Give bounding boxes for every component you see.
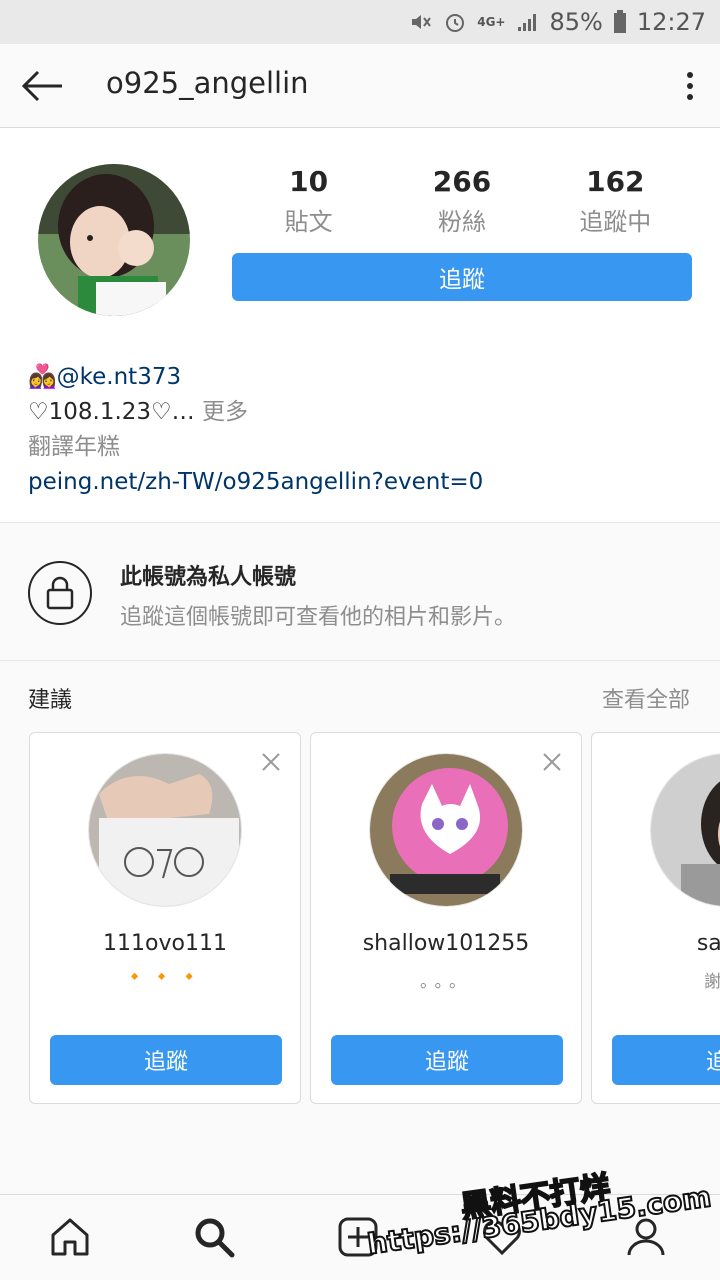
signal-icon (515, 10, 539, 34)
profile-stats: 10 貼文 266 粉絲 162 追蹤中 (232, 164, 692, 237)
bio-mention-link[interactable]: @ke.nt373 (57, 364, 181, 390)
nav-new-post[interactable] (334, 1213, 382, 1261)
status-time: 12:27 (636, 8, 706, 36)
close-icon (262, 753, 280, 771)
search-icon (195, 1218, 235, 1258)
suggestion-avatar[interactable] (369, 753, 523, 907)
more-options-button[interactable] (678, 64, 702, 108)
suggestion-avatar[interactable] (650, 753, 720, 907)
alarm-icon (443, 10, 467, 34)
profile-icon (627, 1218, 665, 1256)
mute-icon (409, 10, 433, 34)
status-icons: 4G+ 85% 12:27 (409, 6, 706, 38)
suggestion-card[interactable]: 111ovo111 🔸🔸🔸 追蹤 (29, 732, 301, 1104)
dismiss-suggestion-button[interactable] (539, 749, 565, 775)
network-type-icon: 4G+ (477, 15, 506, 29)
bio-line-mention: 👩‍❤️‍👩@ke.nt373 (28, 360, 698, 395)
profile-bio: 👩‍❤️‍👩@ke.nt373 ♡108.1.23♡… 更多 翻譯年糕 pein… (28, 360, 698, 500)
private-account-notice: 此帳號為私人帳號 追蹤這個帳號即可查看他的相片和影片。 (0, 523, 720, 661)
profile-avatar[interactable] (38, 164, 190, 316)
suggestion-avatar[interactable] (88, 753, 242, 907)
suggestion-card[interactable]: sam5 謝謝 追蹤 (591, 732, 720, 1104)
suggestions-header: 建議 查看全部 (0, 662, 720, 730)
private-description: 追蹤這個帳號即可查看他的相片和影片。 (120, 605, 517, 630)
suggestion-username: 111ovo111 (103, 931, 227, 956)
posts-label: 貼文 (284, 208, 333, 236)
battery-icon (613, 10, 627, 34)
following-stat[interactable]: 162 追蹤中 (539, 164, 692, 237)
back-button[interactable] (16, 62, 68, 110)
suggestion-follow-button[interactable]: 追蹤 (331, 1035, 563, 1085)
nav-activity[interactable] (478, 1213, 526, 1261)
follow-button[interactable]: 追蹤 (232, 253, 692, 301)
posts-count: 10 (289, 165, 329, 198)
following-label: 追蹤中 (579, 208, 652, 236)
suggestion-subtitle: 🔸🔸🔸 (124, 967, 206, 987)
following-count: 162 (586, 165, 645, 198)
couple-emoji: 👩‍❤️‍👩 (28, 364, 57, 390)
followers-count: 266 (432, 165, 492, 198)
suggestions-title: 建議 (28, 688, 73, 713)
app-bar: o925_angellin (0, 44, 720, 128)
battery-percent: 85% (549, 8, 603, 36)
suggestion-subtitle: 。。。 (420, 972, 472, 992)
nav-search[interactable] (190, 1213, 238, 1261)
back-arrow-icon (21, 70, 62, 102)
suggestion-subtitle: 謝謝 (592, 967, 720, 992)
add-post-icon (338, 1217, 378, 1257)
status-bar: 4G+ 85% 12:27 (0, 0, 720, 44)
heart-icon (483, 1220, 521, 1256)
followers-stat[interactable]: 266 粉絲 (385, 164, 538, 237)
more-vertical-icon (687, 72, 693, 100)
suggestion-card[interactable]: shallow101255 。。。 追蹤 (310, 732, 582, 1104)
suggestion-username: shallow101255 (362, 931, 530, 956)
translate-bio-link[interactable]: 翻譯年糕 (28, 430, 698, 465)
posts-stat[interactable]: 10 貼文 (232, 164, 385, 237)
bottom-navigation (0, 1194, 720, 1280)
suggestion-follow-button[interactable]: 追蹤 (612, 1035, 720, 1085)
suggestion-username: sam5 (696, 931, 720, 956)
suggestion-follow-button[interactable]: 追蹤 (50, 1035, 282, 1085)
profile-username: o925_angellin (106, 66, 309, 100)
bio-text: ♡108.1.23♡… (28, 399, 195, 425)
bio-more-link[interactable]: 更多 (202, 399, 248, 425)
close-icon (543, 753, 561, 771)
lock-icon (28, 561, 92, 625)
see-all-link[interactable]: 查看全部 (602, 682, 690, 714)
nav-home[interactable] (46, 1213, 94, 1261)
nav-profile[interactable] (622, 1213, 670, 1261)
private-title: 此帳號為私人帳號 (120, 565, 297, 590)
bio-website-link[interactable]: peing.net/zh-TW/o925angellin?event=0 (28, 465, 698, 500)
dismiss-suggestion-button[interactable] (258, 749, 284, 775)
suggestion-carousel[interactable]: 111ovo111 🔸🔸🔸 追蹤 shallow101255 。。。 追蹤 sa (0, 730, 720, 1110)
bio-line-date: ♡108.1.23♡… 更多 (28, 395, 698, 430)
home-icon (51, 1218, 89, 1256)
followers-label: 粉絲 (437, 208, 486, 236)
profile-header: 10 貼文 266 粉絲 162 追蹤中 追蹤 👩‍❤️‍👩@ke.nt373 … (0, 128, 720, 523)
